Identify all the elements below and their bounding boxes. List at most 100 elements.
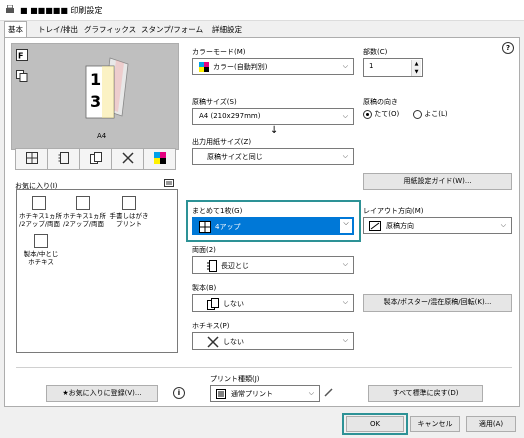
window-title: ■ ■■■■■ 印刷設定 [20, 6, 103, 15]
copies-icon [16, 70, 28, 82]
booklet-options-button[interactable]: 製本/ポスター/混在原稿/回転(K)... [363, 294, 512, 312]
output-size-select[interactable]: 原稿サイズと同じ ⌵ [192, 148, 354, 165]
cancel-button[interactable]: キャンセル [410, 416, 460, 432]
favorite-item-label: ホチキス1ヵ所 /2アップ/両面 [63, 212, 106, 228]
color-mode-icon [199, 62, 209, 74]
original-size-select[interactable]: A4 (210x297mm) ⌵ [192, 108, 354, 125]
layout-direction-label: レイアウト方向(M) [363, 207, 424, 215]
staple-label: ホチキス(P) [192, 322, 230, 330]
staple-view-button[interactable] [111, 148, 144, 170]
duplex-select[interactable]: 長辺とじ ⌵ [192, 256, 354, 274]
arrow-down-icon: ↓ [270, 125, 279, 136]
booklet-select[interactable]: しない ⌵ [192, 294, 354, 312]
nup-value: 4アップ [215, 223, 241, 231]
print-type-icon [216, 389, 226, 401]
original-size-label: 原稿サイズ(S) [192, 98, 237, 106]
copies-value: 1 [369, 62, 374, 70]
ok-button[interactable]: OK [346, 416, 404, 432]
staple-preset-icon [32, 196, 46, 210]
layout-direction-select[interactable]: 原稿方向 ⌵ [363, 217, 512, 234]
booklet-preset-icon [34, 234, 48, 248]
orientation-label: 原稿の向き [363, 98, 398, 106]
orientation-landscape-label: よこ(L) [424, 110, 448, 118]
layout-direction-icon [369, 221, 381, 233]
chevron-down-icon: ⌵ [500, 221, 506, 229]
nup-select[interactable]: 4アップ ⌵ [192, 217, 354, 235]
favorites-menu-icon[interactable] [164, 179, 174, 187]
tab-graphics[interactable]: グラフィックス [80, 21, 140, 38]
print-type-select[interactable]: 通常プリント ⌵ [210, 385, 320, 402]
paper-guide-button[interactable]: 用紙設定ガイド(W)... [363, 173, 512, 190]
print-type-label: プリント種類(J) [210, 375, 260, 383]
edit-pencil-icon[interactable] [324, 387, 334, 399]
register-favorite-button[interactable]: ★お気に入りに登録(V)... [46, 385, 158, 402]
no-staple-icon [121, 152, 134, 166]
color-mode-select[interactable]: カラー(自動判別) ⌵ [192, 58, 354, 75]
favorites-list[interactable]: ホチキス1ヵ所 /2アップ/両面 ホチキス1ヵ所 /2アップ/両面 手書しはがき… [16, 189, 178, 353]
svg-text:F: F [18, 52, 23, 61]
favorite-item[interactable]: 製本/中とじ ホチキス [21, 234, 61, 266]
staple-value: しない [223, 338, 244, 346]
duplex-view-button[interactable] [47, 148, 80, 170]
paper-size-label: A4 [97, 132, 107, 140]
color-view-button[interactable] [143, 148, 176, 170]
radio-unselected-icon [413, 109, 422, 119]
booklet-view-button[interactable] [79, 148, 112, 170]
nup-grid-icon [199, 221, 211, 235]
preview-area: F 1 3 A4 [11, 43, 179, 150]
booklet-label: 製本(B) [192, 284, 217, 292]
chevron-down-icon: ⌵ [342, 298, 348, 306]
staple-select[interactable]: しない ⌵ [192, 332, 354, 350]
info-icon[interactable]: i [173, 387, 185, 399]
separator [16, 367, 512, 368]
output-size-value: 原稿サイズと同じ [207, 153, 263, 161]
original-size-value: A4 (210x297mm) [199, 112, 261, 120]
reset-defaults-button[interactable]: すべて標準に戻す(D) [368, 385, 483, 402]
page-preview: 1 3 [82, 56, 134, 126]
nup-label: まとめて1枚(G) [192, 207, 243, 215]
chevron-down-icon: ⌵ [342, 152, 348, 160]
layout-direction-value: 原稿方向 [386, 222, 414, 230]
orientation-landscape-option[interactable]: よこ(L) [413, 109, 448, 119]
postcard-preset-icon [122, 196, 136, 210]
printer-icon [5, 4, 15, 14]
orientation-portrait-option[interactable]: たて(O) [363, 109, 399, 119]
page-number-1: 1 [90, 70, 102, 89]
tab-stamp-form[interactable]: スタンプ/フォーム [137, 21, 207, 38]
favorite-item-label: 製本/中とじ ホチキス [23, 250, 59, 266]
title-bar: ■ ■■■■■ 印刷設定 [0, 0, 524, 21]
duplex-value: 長辺とじ [221, 262, 249, 270]
spinner-down-icon[interactable]: ▼ [411, 68, 421, 76]
color-squares-icon [153, 152, 166, 166]
chevron-down-icon: ⌵ [342, 62, 348, 70]
favorite-item-label: 手書しはがき プリント [109, 212, 149, 228]
staple-preset-icon [76, 196, 90, 210]
long-edge-binding-icon [207, 260, 217, 274]
booklet-pages-icon [207, 298, 219, 312]
spinner-up-icon[interactable]: ▲ [411, 60, 421, 68]
chevron-down-icon: ⌵ [342, 336, 348, 344]
color-mode-label: カラーモード(M) [192, 48, 246, 56]
chevron-down-icon: ⌵ [342, 112, 348, 120]
apply-button[interactable]: 適用(A) [466, 416, 516, 432]
chevron-down-icon: ⌵ [342, 260, 348, 268]
copies-spinner[interactable]: 1 ▲ ▼ [363, 58, 423, 77]
no-staple-icon [207, 336, 219, 350]
favorite-item[interactable]: ホチキス1ヵ所 /2アップ/両面 [63, 196, 106, 228]
output-size-label: 出力用紙サイズ(Z) [192, 138, 252, 146]
tab-advanced[interactable]: 詳細設定 [208, 21, 246, 38]
page-number-3: 3 [90, 92, 102, 111]
pages-icon [89, 152, 102, 166]
color-mode-value: カラー(自動判別) [213, 63, 268, 71]
layout-button[interactable] [15, 148, 48, 170]
radio-selected-icon [363, 109, 372, 119]
duplex-label: 両面(2) [192, 246, 216, 254]
favorite-item[interactable]: ホチキス1ヵ所 /2アップ/両面 [19, 196, 62, 228]
tab-tray-output[interactable]: トレイ/排出 [34, 21, 82, 38]
favorite-item[interactable]: 手書しはがき プリント [109, 196, 149, 228]
favorite-item-label: ホチキス1ヵ所 /2アップ/両面 [19, 212, 62, 228]
print-type-value: 通常プリント [231, 390, 273, 398]
chevron-down-icon: ⌵ [308, 389, 314, 397]
help-icon[interactable]: ? [502, 42, 514, 54]
book-icon [58, 152, 70, 166]
